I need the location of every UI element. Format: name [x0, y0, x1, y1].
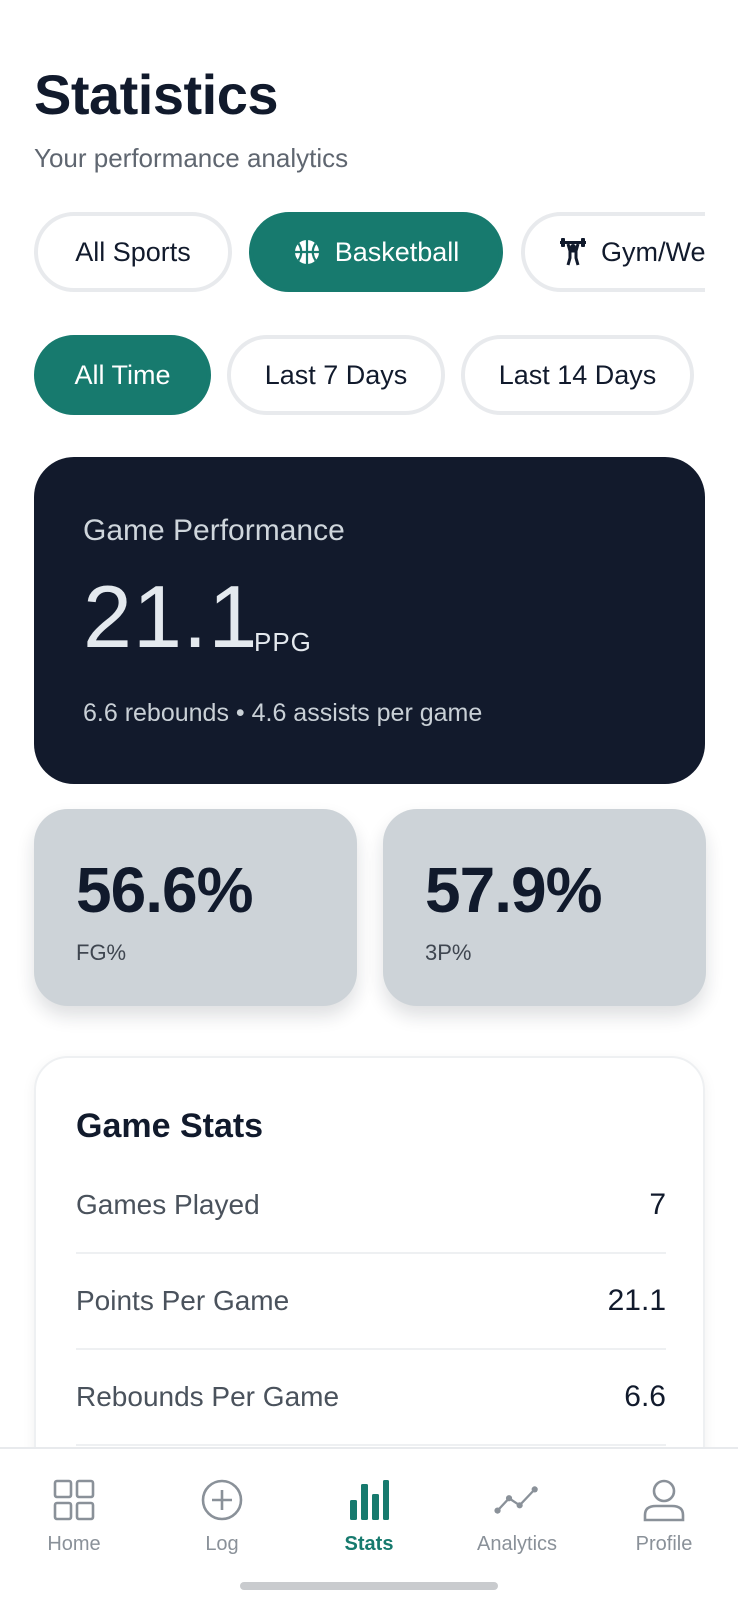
hero-label: Game Performance: [83, 514, 345, 547]
chip-label: Basketball: [334, 236, 460, 267]
weightlifting-icon: [559, 238, 587, 266]
tab-home[interactable]: Home: [0, 1449, 148, 1569]
stat-row-label: Rebounds Per Game: [76, 1381, 340, 1412]
tab-label: Analytics: [476, 1533, 558, 1555]
page-title: Statistics: [34, 63, 279, 126]
stat-label: 3P%: [425, 940, 472, 965]
bar-chart-icon: [346, 1477, 392, 1523]
stat-value: 57.9%: [425, 854, 602, 926]
chip-label: Gym/We: [601, 236, 705, 267]
chip-label: All Sports: [75, 236, 191, 267]
page-header: Statistics Your performance analytics: [34, 62, 348, 174]
chip-last-14-days[interactable]: Last 14 Days: [461, 335, 694, 415]
chip-label: All Time: [74, 359, 171, 390]
line-chart-icon: [494, 1477, 540, 1523]
hero-unit: PPG: [254, 627, 312, 657]
stat-value: 56.6%: [76, 854, 253, 926]
stat-row-value: 7: [649, 1188, 666, 1221]
stat-row-rebounds-per-game: Rebounds Per Game 6.6: [76, 1350, 666, 1446]
chip-gym-weights[interactable]: Gym/We: [521, 212, 705, 292]
stat-row-value: 21.1: [607, 1284, 666, 1317]
stat-row-games-played: Games Played 7: [76, 1158, 666, 1254]
tab-label: Log: [205, 1533, 239, 1555]
chip-label: Last 7 Days: [264, 359, 408, 390]
game-stats-title: Game Stats: [76, 1107, 264, 1145]
plus-circle-icon: [199, 1477, 245, 1523]
stat-row-label: Games Played: [76, 1189, 260, 1220]
person-icon: [641, 1477, 687, 1523]
hero-subtext: 6.6 rebounds • 4.6 assists per game: [83, 699, 483, 727]
bottom-tab-bar: Home Log Stats Analytics Profile: [0, 1447, 738, 1600]
tab-label: Home: [47, 1533, 101, 1555]
grid-icon: [51, 1477, 97, 1523]
stat-row-points-per-game: Points Per Game 21.1: [76, 1254, 666, 1350]
tab-label: Profile: [635, 1533, 693, 1555]
tab-analytics[interactable]: Analytics: [443, 1449, 591, 1569]
stat-row-value: 6.6: [624, 1380, 666, 1413]
tab-log[interactable]: Log: [148, 1449, 296, 1569]
chip-basketball[interactable]: Basketball: [249, 212, 503, 292]
home-indicator[interactable]: [240, 1582, 498, 1590]
basketball-icon: [293, 238, 321, 266]
stat-label: FG%: [76, 940, 127, 965]
chip-last-7-days[interactable]: Last 7 Days: [227, 335, 445, 415]
period-filter-row: All Time Last 7 Days Last 14 Days: [0, 333, 738, 417]
game-performance-card: Game Performance 21.1 PPG 6.6 rebounds •…: [34, 457, 705, 784]
chip-all-time[interactable]: All Time: [34, 335, 211, 415]
tab-label: Stats: [344, 1533, 394, 1555]
fg-percent-card: 56.6% FG%: [34, 809, 357, 1006]
sport-filter-row: All Sports Basketball Gym/We: [0, 210, 738, 294]
tab-profile[interactable]: Profile: [590, 1449, 738, 1569]
stat-row-label: Points Per Game: [76, 1285, 290, 1316]
sport-filter-scroll[interactable]: All Sports Basketball Gym/We: [0, 210, 705, 294]
chip-label: Last 14 Days: [498, 359, 657, 390]
page-subtitle: Your performance analytics: [34, 143, 349, 173]
hero-value: 21.1: [83, 567, 259, 666]
3p-percent-card: 57.9% 3P%: [383, 809, 706, 1006]
chip-all-sports[interactable]: All Sports: [34, 212, 232, 292]
tab-stats[interactable]: Stats: [295, 1449, 443, 1569]
